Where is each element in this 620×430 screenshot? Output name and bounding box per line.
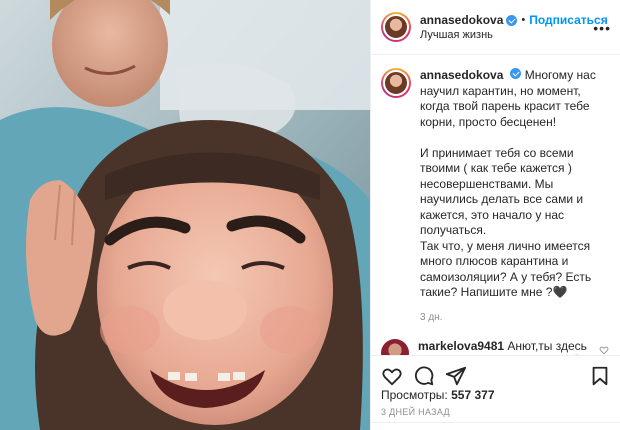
- comment-avatar[interactable]: [381, 339, 409, 356]
- save-icon[interactable]: [589, 365, 611, 387]
- video-frame-image: [0, 0, 370, 430]
- caption: annasedokova Многому нас научил карантин…: [381, 68, 611, 325]
- views-value: 557 377: [451, 388, 495, 402]
- divider: [371, 422, 620, 423]
- author-avatar[interactable]: [381, 12, 411, 42]
- caption-username[interactable]: annasedokova: [420, 68, 503, 82]
- views-label: Просмотры:: [381, 388, 448, 402]
- instagram-post: annasedokova • Подписаться Лучшая жизнь …: [0, 0, 620, 430]
- more-icon[interactable]: •••: [593, 20, 611, 36]
- post-sidebar: annasedokova • Подписаться Лучшая жизнь …: [370, 0, 620, 430]
- post-location[interactable]: Лучшая жизнь: [420, 29, 608, 41]
- views-count[interactable]: Просмотры: 557 377: [381, 388, 495, 402]
- post-video[interactable]: [0, 0, 370, 430]
- caption-text: Многому нас научил карантин, но момент, …: [420, 68, 596, 299]
- comment-username[interactable]: markelova9481: [418, 339, 504, 353]
- author-username[interactable]: annasedokova: [420, 13, 503, 27]
- verified-icon: [510, 68, 522, 79]
- verified-icon: [506, 14, 518, 26]
- share-icon[interactable]: [445, 365, 467, 387]
- heart-icon[interactable]: [381, 365, 403, 387]
- caption-time: 3 дн.: [420, 311, 443, 323]
- comment-like-heart-icon[interactable]: [599, 345, 609, 355]
- separator-dot: •: [521, 14, 526, 26]
- caption-avatar[interactable]: [381, 68, 411, 98]
- comment-item: markelova9481 Анют,ты здесь такая красив…: [381, 339, 611, 356]
- post-header: annasedokova • Подписаться Лучшая жизнь …: [371, 0, 620, 55]
- post-date: 3 дней назад: [381, 407, 450, 417]
- comment-icon[interactable]: [413, 365, 435, 387]
- comments-section: annasedokova Многому нас научил карантин…: [371, 56, 620, 356]
